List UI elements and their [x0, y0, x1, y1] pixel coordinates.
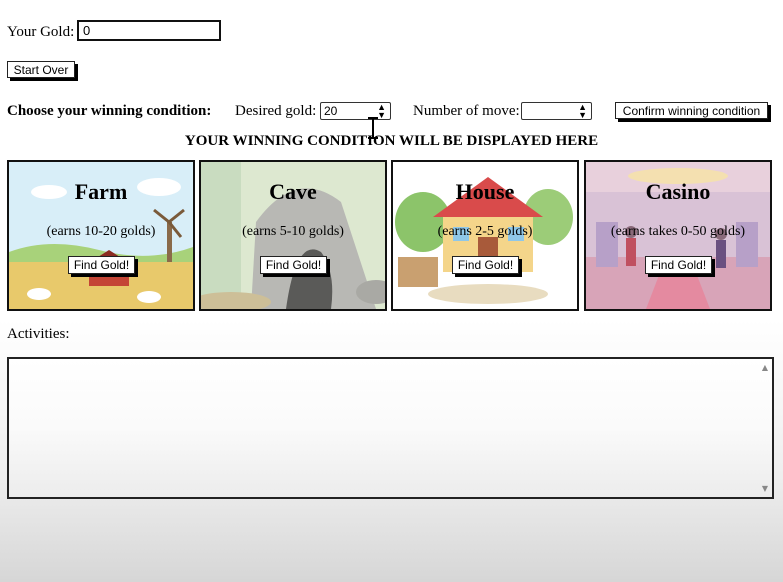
location-earnings: (earns takes 0-50 golds) [610, 224, 746, 239]
spinner-arrows-icon: ▲ ▼ [578, 102, 587, 120]
gold-label: Your Gold: [7, 24, 75, 40]
location-title: Casino [645, 179, 711, 204]
desired-gold-label: Desired gold: [235, 103, 317, 119]
location-earnings: (earns 5-10 golds) [242, 224, 344, 239]
scroll-up-icon[interactable]: ▲ [762, 363, 768, 372]
winning-condition-display: YOUR WINNING CONDITION WILL BE DISPLAYED… [184, 133, 599, 149]
activities-log-text [9, 359, 772, 367]
location-title: Farm [74, 179, 128, 204]
winning-condition-heading: Choose your winning condition: [7, 103, 212, 119]
location-card-casino: Casino (earns takes 0-50 golds) Find Gol… [584, 160, 772, 311]
activities-label: Activities: [7, 326, 70, 342]
find-gold-button[interactable]: Find Gold! [452, 256, 519, 274]
gold-field[interactable] [77, 20, 221, 41]
activities-log[interactable]: ▲ ▼ [7, 357, 774, 499]
start-over-button[interactable]: Start Over [7, 61, 75, 78]
text-cursor-icon [368, 117, 378, 139]
find-gold-button[interactable]: Find Gold! [260, 256, 327, 274]
location-card-farm: Farm (earns 10-20 golds) Find Gold! [7, 160, 195, 311]
move-count-select[interactable]: ▲ ▼ [521, 102, 592, 120]
find-gold-button[interactable]: Find Gold! [68, 256, 135, 274]
location-card-cave: Cave (earns 5-10 golds) Find Gold! [199, 160, 387, 311]
location-title: Cave [269, 179, 317, 204]
desired-gold-select[interactable]: 20 ▲ ▼ [320, 102, 391, 120]
location-earnings: (earns 2-5 golds) [437, 224, 533, 239]
desired-gold-value: 20 [324, 104, 338, 118]
location-title: House [455, 179, 515, 204]
scroll-down-icon[interactable]: ▼ [762, 484, 768, 493]
find-gold-button[interactable]: Find Gold! [645, 256, 712, 274]
location-card-house: House (earns 2-5 golds) Find Gold! [391, 160, 579, 311]
confirm-winning-button[interactable]: Confirm winning condition [615, 102, 768, 119]
move-count-label: Number of move: [413, 103, 520, 119]
location-earnings: (earns 10-20 golds) [46, 224, 156, 239]
